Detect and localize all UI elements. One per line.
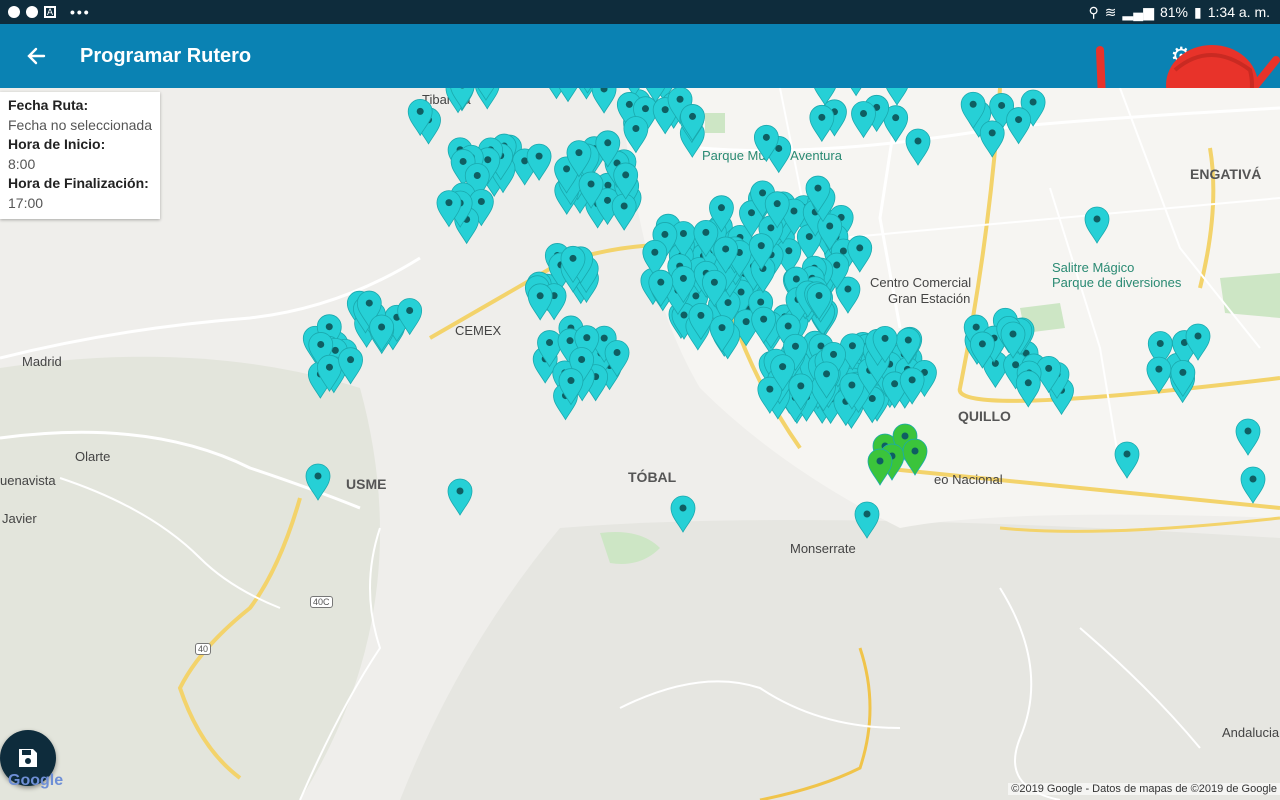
google-logo: Google	[8, 772, 64, 789]
location-notification-icon	[26, 6, 38, 18]
route-info-panel: Fecha Ruta: Fecha no seleccionada Hora d…	[0, 92, 160, 219]
map-marker[interactable]	[885, 88, 909, 106]
status-bar: A ••• ⚲ ≋ ▂▄▆ 81% ▮ 1:34 a. m.	[0, 0, 1280, 24]
map-marker[interactable]	[854, 501, 880, 539]
fecha-ruta-value[interactable]: Fecha no seleccionada	[8, 116, 152, 136]
map-marker[interactable]	[1114, 441, 1140, 479]
map[interactable]: Tibanica Parque Mundo Aventura ENGATIVÁ …	[0, 88, 1280, 800]
notification-icon	[8, 6, 20, 18]
back-arrow-icon[interactable]	[0, 24, 72, 88]
app-bar: Programar Rutero ⚙	[0, 24, 1280, 88]
map-marker[interactable]	[902, 438, 928, 476]
map-marker[interactable]	[623, 116, 649, 154]
map-marker[interactable]	[591, 88, 617, 114]
wifi-icon: ≋	[1104, 3, 1117, 20]
map-marker[interactable]	[851, 101, 876, 139]
map-marker[interactable]	[611, 193, 637, 231]
signal-icon: ▂▄▆	[1122, 3, 1154, 20]
map-marker[interactable]	[905, 128, 931, 166]
location-icon: ⚲	[1088, 3, 1099, 20]
page-title: Programar Rutero	[80, 44, 252, 67]
map-marker[interactable]	[847, 235, 873, 273]
map-marker[interactable]	[527, 283, 553, 321]
map-marker[interactable]	[1146, 356, 1172, 394]
marker-layer	[302, 88, 1266, 539]
save-icon	[19, 749, 37, 767]
hora-inicio-value[interactable]: 8:00	[8, 155, 152, 175]
map-marker[interactable]	[447, 478, 473, 516]
map-marker[interactable]	[1235, 418, 1261, 456]
map-marker[interactable]	[979, 120, 1005, 158]
more-notifications-icon: •••	[70, 4, 91, 20]
map-marker[interactable]	[1084, 206, 1110, 244]
map-marker[interactable]	[867, 448, 893, 486]
map-marker[interactable]	[305, 463, 331, 501]
app-notification-icon: A	[44, 6, 56, 18]
map-marker[interactable]	[1170, 359, 1196, 398]
fecha-ruta-label: Fecha Ruta:	[8, 97, 89, 113]
map-marker[interactable]	[1006, 107, 1031, 145]
hora-fin-value[interactable]: 17:00	[8, 194, 152, 214]
map-marker[interactable]	[1240, 466, 1266, 504]
map-marker[interactable]	[844, 88, 868, 97]
map-attribution[interactable]: ©2019 Google - Datos de mapas de ©2019 d…	[1008, 783, 1280, 795]
hora-fin-label: Hora de Finalización:	[8, 175, 149, 191]
clock: 1:34 a. m.	[1207, 4, 1270, 20]
hora-inicio-label: Hora de Inicio:	[8, 136, 106, 152]
battery-icon: ▮	[1194, 3, 1202, 20]
battery-level: 81%	[1159, 4, 1189, 20]
map-marker[interactable]	[1015, 370, 1041, 408]
map-marker[interactable]	[809, 104, 835, 143]
map-marker[interactable]	[670, 495, 696, 533]
